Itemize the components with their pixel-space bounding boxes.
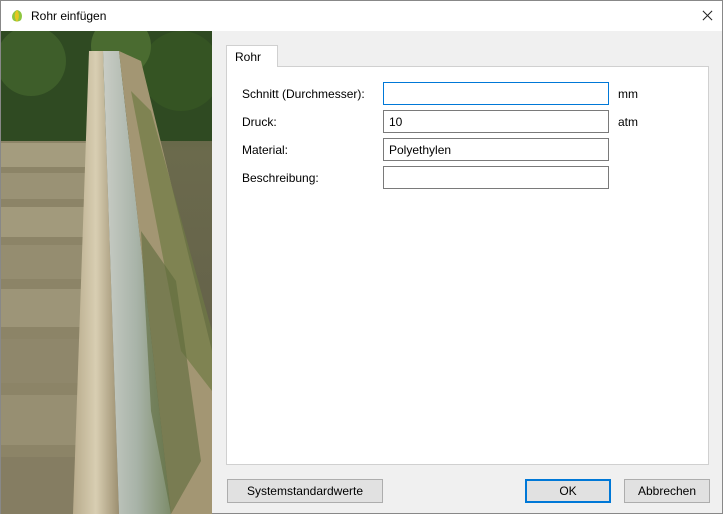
description-input[interactable]: [383, 166, 609, 189]
system-defaults-button[interactable]: Systemstandardwerte: [227, 479, 383, 503]
close-icon[interactable]: [692, 1, 722, 31]
title-bar[interactable]: Rohr einfügen: [1, 1, 722, 31]
dialog-window: Rohr einfügen Rohr Schnitt (Durchmesser)…: [0, 0, 723, 514]
diameter-input[interactable]: [383, 82, 609, 105]
material-input[interactable]: [383, 138, 609, 161]
ok-button[interactable]: OK: [525, 479, 611, 503]
pipe-photo: [1, 31, 212, 514]
window-title: Rohr einfügen: [31, 9, 107, 23]
cancel-button[interactable]: Abbrechen: [624, 479, 710, 503]
pressure-label: Druck:: [242, 115, 277, 129]
description-label: Beschreibung:: [242, 171, 319, 185]
diameter-unit: mm: [618, 87, 638, 101]
pressure-unit: atm: [618, 115, 639, 129]
leaf-icon: [12, 10, 22, 22]
tab-label: Rohr: [235, 50, 262, 64]
tab-rohr[interactable]: Rohr: [226, 45, 278, 67]
pressure-input[interactable]: [383, 110, 609, 133]
diameter-label: Schnitt (Durchmesser):: [242, 87, 365, 101]
material-label: Material:: [242, 143, 289, 157]
